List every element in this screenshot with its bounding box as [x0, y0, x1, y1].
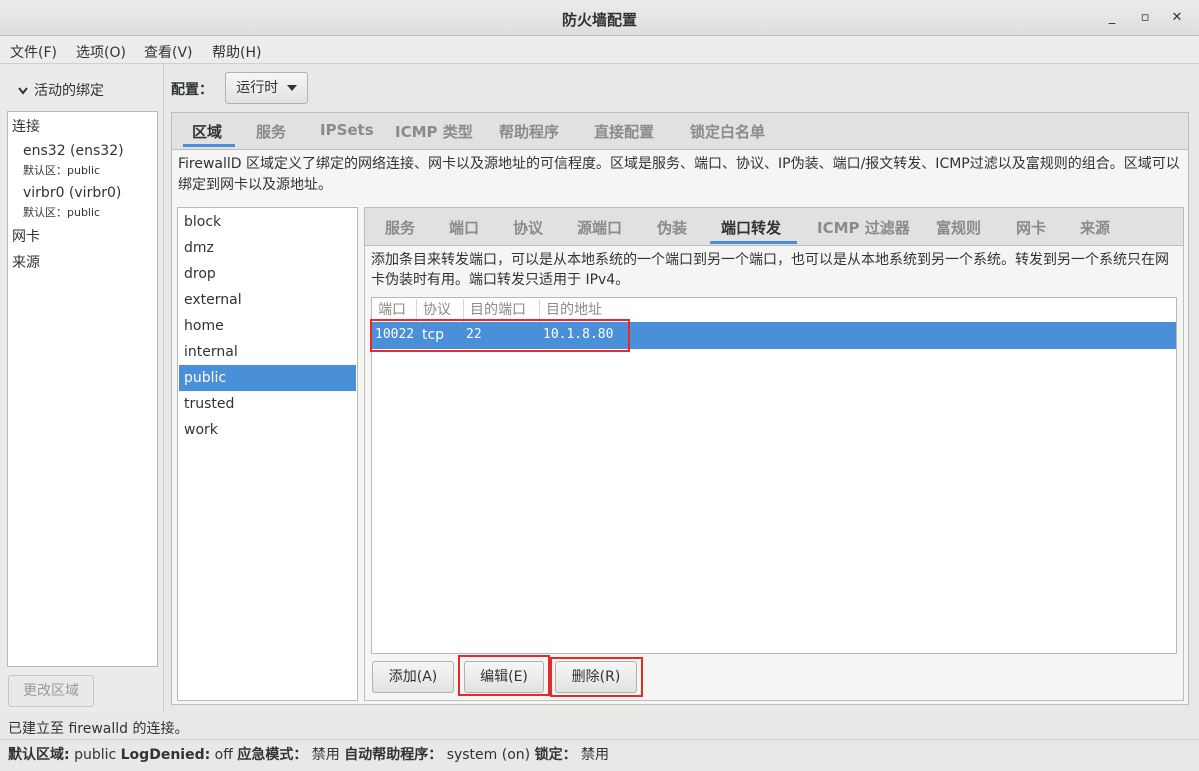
helpers-value: system (on) [446, 747, 531, 763]
tab-zones[interactable]: 区域 [192, 121, 222, 142]
tree-connection-name[interactable]: virbr0 (virbr0) [23, 185, 121, 201]
helpers-label: 自动帮助程序： [344, 747, 443, 763]
tree-connections-header[interactable]: 连接 [12, 116, 40, 136]
tree-connection-zone: 默认区：public [23, 164, 101, 177]
bindings-tree[interactable]: 连接 ens32 (ens32) 默认区：public virbr0 (virb… [7, 111, 158, 667]
active-inner-tab-indicator [710, 241, 797, 244]
chevron-down-icon [18, 87, 28, 95]
tab-helpers[interactable]: 帮助程序 [499, 121, 559, 142]
active-bindings-expander[interactable]: 活动的绑定 [18, 80, 104, 100]
highlight-box [458, 655, 550, 696]
status-divider [0, 739, 1199, 740]
inner-tab-bar: 服务 端口 协议 源端口 伪装 端口转发 ICMP 过滤器 富规则 网卡 来源 [364, 207, 1184, 245]
connection-status: 已建立至 firewalld 的连接。 [8, 721, 189, 737]
logdenied-value: off [214, 747, 233, 763]
tab-zone-services[interactable]: 服务 [385, 217, 415, 238]
tab-lockdown-whitelist[interactable]: 锁定白名单 [690, 121, 765, 142]
tab-zone-masquerade[interactable]: 伪装 [657, 217, 687, 238]
outer-tab-bar: 区域 服务 IPSets ICMP 类型 帮助程序 直接配置 锁定白名单 [171, 112, 1189, 149]
default-zone-value: public [74, 747, 117, 763]
config-combo[interactable]: 运行时 [225, 72, 308, 104]
zone-item[interactable]: drop [179, 261, 356, 287]
zone-item[interactable]: work [179, 417, 356, 443]
zone-item[interactable]: dmz [179, 235, 356, 261]
title-bar: 防火墙配置 _ ▫ ✕ [0, 0, 1199, 36]
add-button[interactable]: 添加(A) [372, 661, 454, 693]
panic-label: 应急模式： [237, 747, 308, 763]
tab-zone-sources[interactable]: 来源 [1080, 217, 1110, 238]
lockdown-value: 禁用 [581, 747, 610, 763]
tab-zone-rich-rules[interactable]: 富规则 [936, 217, 981, 238]
highlight-box [550, 657, 643, 697]
lockdown-label: 锁定： [534, 747, 577, 763]
menu-help[interactable]: 帮助(H) [212, 42, 261, 62]
tab-ipsets[interactable]: IPSets [320, 121, 374, 139]
menu-options[interactable]: 选项(O) [76, 42, 126, 62]
zone-item[interactable]: trusted [179, 391, 356, 417]
zone-item-selected[interactable]: public [179, 365, 356, 391]
config-label: 配置： [171, 82, 213, 98]
tree-sources-header[interactable]: 来源 [12, 252, 40, 272]
dropdown-arrow-icon [286, 85, 297, 91]
close-icon[interactable]: ✕ [1169, 10, 1185, 26]
menu-bar: 文件(F) 选项(O) 查看(V) 帮助(H) [0, 37, 1199, 64]
forward-description: 添加条目来转发端口，可以是从本地系统的一个端口到另一个端口，也可以是从本地系统到… [371, 252, 1169, 288]
zone-item[interactable]: internal [179, 339, 356, 365]
zone-item[interactable]: block [179, 209, 356, 235]
expander-label: 活动的绑定 [34, 83, 104, 99]
tree-interfaces-header[interactable]: 网卡 [12, 226, 40, 246]
tab-zone-ports[interactable]: 端口 [449, 217, 479, 238]
window-title: 防火墙配置 [561, 11, 637, 29]
zone-description: FirewallD 区域定义了绑定的网络连接、网卡以及源地址的可信程度。区域是服… [178, 156, 1180, 193]
zone-item[interactable]: external [179, 287, 356, 313]
zone-item[interactable]: home [179, 313, 356, 339]
tree-connection-zone: 默认区：public [23, 206, 101, 219]
tab-zone-protocols[interactable]: 协议 [513, 217, 543, 238]
tab-services[interactable]: 服务 [256, 121, 286, 142]
minimize-icon[interactable]: _ [1104, 10, 1120, 26]
config-value: 运行时 [236, 80, 279, 96]
panic-value: 禁用 [311, 747, 340, 763]
tab-direct-config[interactable]: 直接配置 [594, 121, 654, 142]
default-zone-label: 默认区域: [8, 747, 70, 763]
tree-connection-name[interactable]: ens32 (ens32) [23, 143, 124, 159]
menu-file[interactable]: 文件(F) [10, 42, 57, 62]
tab-zone-port-forwarding[interactable]: 端口转发 [721, 217, 781, 238]
zone-list[interactable]: block dmz drop external home internal pu… [177, 207, 358, 701]
maximize-icon[interactable]: ▫ [1137, 10, 1153, 26]
active-tab-indicator [183, 144, 235, 147]
tab-icmp-types[interactable]: ICMP 类型 [395, 121, 473, 142]
logdenied-label: LogDenied: [120, 747, 211, 763]
menu-view[interactable]: 查看(V) [144, 42, 193, 62]
tab-zone-source-ports[interactable]: 源端口 [577, 217, 622, 238]
change-zone-button[interactable]: 更改区域 [8, 675, 94, 707]
highlight-box [370, 319, 630, 352]
tab-zone-icmp-filter[interactable]: ICMP 过滤器 [817, 217, 910, 238]
status-bar: 默认区域: public LogDenied: off 应急模式： 禁用 自动帮… [8, 744, 609, 764]
tab-zone-interfaces[interactable]: 网卡 [1016, 217, 1046, 238]
